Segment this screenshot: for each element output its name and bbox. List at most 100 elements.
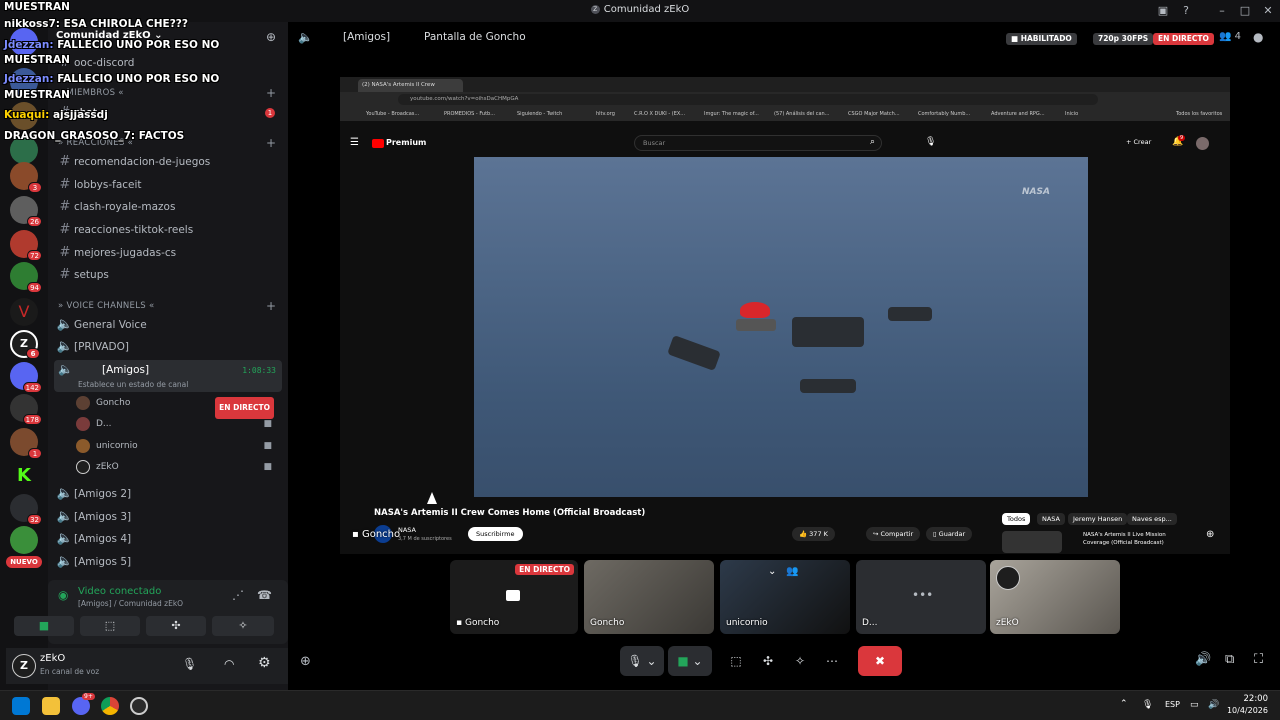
channel-mejores-jugadas-cs[interactable]: # mejores-jugadas-cs xyxy=(56,243,280,263)
discord-icon[interactable]: 9+ xyxy=(72,693,95,715)
server-icon[interactable]: 1 xyxy=(10,428,42,459)
bookmark[interactable]: C.R.O X DUKI - (EX... xyxy=(634,111,685,117)
chat-bubble-icon[interactable]: ● xyxy=(1253,30,1263,44)
language-indicator[interactable]: ESP xyxy=(1165,700,1180,709)
server-icon[interactable]: V xyxy=(10,298,38,326)
channel-clash-royale-mazos[interactable]: # clash-royale-mazos xyxy=(56,197,280,217)
save-button[interactable]: ▯ Guardar xyxy=(926,527,973,541)
add-channel-icon[interactable]: + xyxy=(266,299,276,313)
activities-button[interactable]: ✣ xyxy=(754,646,782,676)
server-icon[interactable]: 142 xyxy=(10,362,42,393)
bookmark[interactable]: hltv.org xyxy=(596,111,615,117)
leave-call-button[interactable]: ✖ xyxy=(858,646,902,676)
participant-tile[interactable]: zEkO xyxy=(990,560,1120,634)
windows-start-icon[interactable] xyxy=(12,697,30,715)
server-icon[interactable]: 26 xyxy=(10,196,42,227)
avatar[interactable] xyxy=(1196,137,1209,150)
channel-name[interactable]: [Amigos] xyxy=(343,31,390,43)
noise-suppression-icon[interactable]: ⋰ xyxy=(232,588,244,602)
minimize-button[interactable]: – xyxy=(1214,3,1230,19)
bookmark[interactable]: Comfortably Numb... xyxy=(918,111,970,117)
file-explorer-icon[interactable] xyxy=(42,697,60,715)
chip-jeremy-hansen[interactable]: Jeremy Hansen xyxy=(1068,513,1128,525)
voice-search-icon[interactable]: 🎙 xyxy=(925,137,936,147)
voice-channel-amigos-2[interactable]: 🔈[Amigos 2] xyxy=(56,484,280,504)
bookmark[interactable]: Adventure and RPG... xyxy=(991,111,1045,117)
kick-server-icon[interactable]: K xyxy=(10,462,38,490)
add-channel-icon[interactable]: + xyxy=(266,86,276,100)
add-member-icon[interactable]: ⊕ xyxy=(266,30,276,44)
voice-channel-amigos-active[interactable]: 🔈 [Amigos] 1:08:33 Establece un estado d… xyxy=(54,360,282,392)
bookmark[interactable]: YouTube - Broadcas... xyxy=(366,111,419,117)
participant-tile[interactable]: ⌄ 👥 unicornio xyxy=(720,560,850,634)
subscribe-button[interactable]: Suscribirme xyxy=(468,527,523,541)
chevron-up-icon[interactable]: ⌃ xyxy=(1120,699,1128,709)
channel-lobbys-faceit[interactable]: # lobbys-faceit xyxy=(56,175,280,195)
voice-channel-privado[interactable]: 🔈[PRIVADO] xyxy=(56,337,280,357)
recommended-title[interactable]: NASA's Artemis II Live Mission Coverage … xyxy=(1083,531,1183,547)
zoom-icon[interactable]: ⊕ xyxy=(1206,529,1214,540)
bookmark[interactable]: Inicio xyxy=(1065,111,1078,117)
camera-button[interactable]: ■ xyxy=(14,616,74,636)
settings-gear-icon[interactable]: ⚙ xyxy=(258,655,271,671)
popout-icon[interactable]: ⧉ xyxy=(1225,652,1234,667)
network-icon[interactable]: ▭ xyxy=(1190,700,1199,710)
recommended-thumbnail[interactable] xyxy=(1002,531,1062,553)
camera-button[interactable]: ■ ⌄ xyxy=(668,646,712,676)
chip-naves[interactable]: Naves esp... xyxy=(1127,513,1177,525)
app-icon[interactable] xyxy=(130,697,148,715)
participant-tile[interactable]: EN DIRECTO ▪ Goncho xyxy=(450,560,578,634)
clock-time[interactable]: 22:00 xyxy=(1228,694,1269,704)
more-options-button[interactable]: ⋯ xyxy=(818,646,846,676)
soundboard-button[interactable]: ✧ xyxy=(786,646,814,676)
voice-member[interactable]: zEkO ■ xyxy=(76,457,280,477)
voice-member[interactable]: unicornio ■ xyxy=(76,436,280,456)
bookmark[interactable]: Siguiendo - Twitch xyxy=(517,111,562,117)
mic-icon[interactable]: 🎙 xyxy=(182,657,197,671)
voice-channel-general[interactable]: 🔈General Voice xyxy=(56,315,280,335)
server-icon[interactable]: Z6 xyxy=(10,330,40,359)
signal-icon[interactable]: ◉ xyxy=(58,588,68,602)
browser-tab[interactable]: (2) NASA's Artemis II Crew xyxy=(358,79,463,92)
disconnect-icon[interactable]: ☎ xyxy=(257,588,272,602)
chip-nasa[interactable]: NASA xyxy=(1037,513,1066,525)
server-icon[interactable]: 32 xyxy=(10,494,42,525)
invite-icon[interactable]: ⊕ xyxy=(300,654,311,669)
search-icon[interactable]: ⌕ xyxy=(870,137,875,147)
soundboard-button[interactable]: ✧ xyxy=(212,616,274,636)
all-bookmarks[interactable]: Todos los favoritos xyxy=(1176,111,1222,117)
bookmark[interactable]: Imgur: The magic of... xyxy=(704,111,759,117)
connection-location[interactable]: [Amigos] / Comunidad zEkO xyxy=(78,599,183,608)
add-channel-icon[interactable]: + xyxy=(266,136,276,150)
create-button[interactable]: + Crear xyxy=(1126,138,1151,146)
viewers-count[interactable]: 👥 4 xyxy=(1219,31,1241,42)
channel-ooc-discord[interactable]: # ooc-discord xyxy=(56,53,280,73)
menu-icon[interactable]: ☰ xyxy=(350,137,359,148)
video-player[interactable]: NASA xyxy=(474,157,1088,497)
channel-status[interactable]: Establece un estado de canal xyxy=(78,380,188,389)
server-icon[interactable]: 3 xyxy=(10,162,42,193)
inbox-icon[interactable]: ▣ xyxy=(1155,3,1171,19)
channel-setups[interactable]: # setups xyxy=(56,265,280,285)
mic-icon[interactable]: 🎙 xyxy=(1142,700,1153,710)
server-icon[interactable]: 94 xyxy=(10,262,42,293)
chip-todos[interactable]: Todos xyxy=(1002,513,1031,525)
voice-channel-amigos-4[interactable]: 🔈[Amigos 4] xyxy=(56,529,280,549)
category-voice-channels[interactable]: » VOICE CHANNELS « xyxy=(58,301,154,311)
like-button[interactable]: 👍 377 K xyxy=(792,527,835,541)
volume-icon[interactable]: 🔊 xyxy=(1195,652,1211,667)
chevron-down-icon[interactable]: ⌄ xyxy=(768,566,776,577)
server-icon[interactable]: 178 xyxy=(10,394,42,425)
help-icon[interactable]: ? xyxy=(1178,3,1194,19)
headphones-icon[interactable]: ◠ xyxy=(224,657,234,671)
users-icon[interactable]: 👥 xyxy=(786,566,798,577)
chrome-icon[interactable] xyxy=(101,697,119,715)
clock-date[interactable]: 10/4/2026 xyxy=(1222,706,1268,715)
voice-channel-amigos-5[interactable]: 🔈[Amigos 5] xyxy=(56,552,280,572)
voice-member[interactable]: Goncho EN DIRECTO xyxy=(76,393,280,419)
bookmark[interactable]: PROMEDIOS - Futb... xyxy=(444,111,495,117)
activities-button[interactable]: ✣ xyxy=(146,616,206,636)
fullscreen-icon[interactable]: ⛶ xyxy=(1254,652,1263,667)
participant-tile[interactable]: ••• D... xyxy=(856,560,986,634)
voice-member[interactable]: D... ■ xyxy=(76,414,280,434)
